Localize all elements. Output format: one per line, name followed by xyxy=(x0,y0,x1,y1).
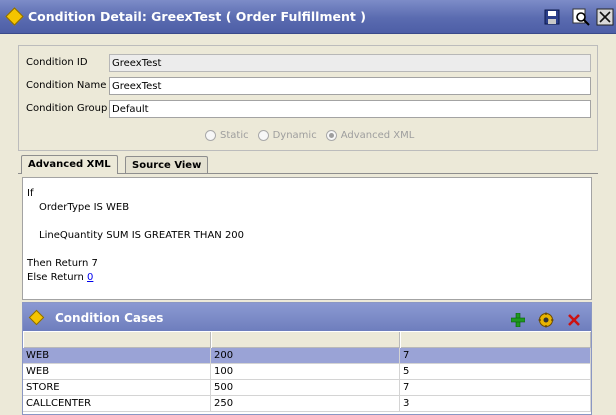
radio-static-circle xyxy=(205,129,216,141)
cases-grid-header xyxy=(23,332,591,348)
table-cell[interactable]: 7 xyxy=(400,348,591,364)
condition-cases-title: Condition Cases xyxy=(55,311,164,325)
advanced-xml-view: If OrderType IS WEB LineQuantity SUM IS … xyxy=(22,177,592,300)
delete-icon[interactable] xyxy=(566,312,582,328)
table-row[interactable]: CALLCENTER 250 3 xyxy=(23,396,591,412)
table-cell[interactable]: 500 xyxy=(211,380,400,396)
radio-static-label: Static xyxy=(220,129,249,141)
save-icon[interactable] xyxy=(543,8,561,26)
details-icon[interactable] xyxy=(538,312,554,328)
table-cell[interactable]: 250 xyxy=(211,396,400,412)
table-cell[interactable]: 100 xyxy=(211,364,400,380)
xml-ordertype-line: OrderType IS WEB xyxy=(39,202,130,213)
condition-type-radio-group: Static Dynamic Advanced XML xyxy=(205,127,423,143)
table-cell[interactable]: WEB xyxy=(23,364,211,380)
radio-dynamic-circle xyxy=(257,129,269,141)
tab-source-view[interactable]: Source View xyxy=(125,156,209,173)
find-icon[interactable] xyxy=(572,8,590,26)
xml-then-line: Then Return 7 xyxy=(27,258,98,269)
condition-id-label: Condition ID xyxy=(26,57,88,68)
condition-id-row: Condition ID GreexTest xyxy=(26,54,591,72)
condition-diamond-icon xyxy=(5,7,24,26)
column-header-3[interactable] xyxy=(400,332,591,348)
condition-group-field[interactable]: Default xyxy=(109,100,591,118)
condition-group-row: Condition Group Default xyxy=(26,100,591,118)
tab-advanced-xml[interactable]: Advanced XML xyxy=(21,155,118,174)
radio-advanced-xml[interactable]: Advanced XML xyxy=(325,129,415,141)
table-row[interactable]: STORE 500 7 xyxy=(23,380,591,396)
condition-cases-header: Condition Cases xyxy=(23,303,591,331)
table-row[interactable]: WEB 200 7 xyxy=(23,348,591,364)
radio-static[interactable]: Static xyxy=(205,129,249,141)
condition-name-label: Condition Name xyxy=(26,80,107,91)
add-icon[interactable] xyxy=(510,312,526,328)
condition-name-row: Condition Name GreexTest xyxy=(26,77,591,95)
column-header-1[interactable] xyxy=(23,332,211,348)
table-cell[interactable]: 7 xyxy=(400,380,591,396)
radio-advanced-xml-label: Advanced XML xyxy=(340,129,415,141)
table-cell[interactable]: 5 xyxy=(400,364,591,380)
radio-dynamic[interactable]: Dynamic xyxy=(257,129,317,141)
table-row[interactable]: WEB 100 5 xyxy=(23,364,591,380)
window-titlebar: Condition Detail: GreexTest ( Order Fulf… xyxy=(0,0,616,34)
table-cell[interactable]: CALLCENTER xyxy=(23,396,211,412)
close-icon[interactable] xyxy=(596,8,614,26)
radio-advanced-xml-circle xyxy=(325,129,337,141)
table-cell[interactable]: STORE xyxy=(23,380,211,396)
condition-group-label: Condition Group xyxy=(26,103,108,114)
xml-else-text: Else Return xyxy=(27,272,87,283)
condition-id-field: GreexTest xyxy=(109,54,591,72)
condition-name-field[interactable]: GreexTest xyxy=(109,77,591,95)
xml-else-line: Else Return 0 xyxy=(27,272,93,283)
column-header-2[interactable] xyxy=(211,332,400,348)
condition-form-panel: Condition ID GreexTest Condition Name Gr… xyxy=(18,45,598,151)
condition-cases-panel: Condition Cases WEB 200 7 WEB 100 5 STOR… xyxy=(22,302,592,415)
cases-diamond-icon xyxy=(28,309,45,326)
table-cell[interactable]: WEB xyxy=(23,348,211,364)
else-return-link[interactable]: 0 xyxy=(87,272,93,283)
xml-linequantity-line: LineQuantity SUM IS GREATER THAN 200 xyxy=(39,230,245,241)
table-cell[interactable]: 200 xyxy=(211,348,400,364)
xml-if-line: If xyxy=(27,188,34,199)
radio-dynamic-label: Dynamic xyxy=(272,129,317,141)
table-cell[interactable]: 3 xyxy=(400,396,591,412)
window-title: Condition Detail: GreexTest ( Order Fulf… xyxy=(28,9,366,24)
